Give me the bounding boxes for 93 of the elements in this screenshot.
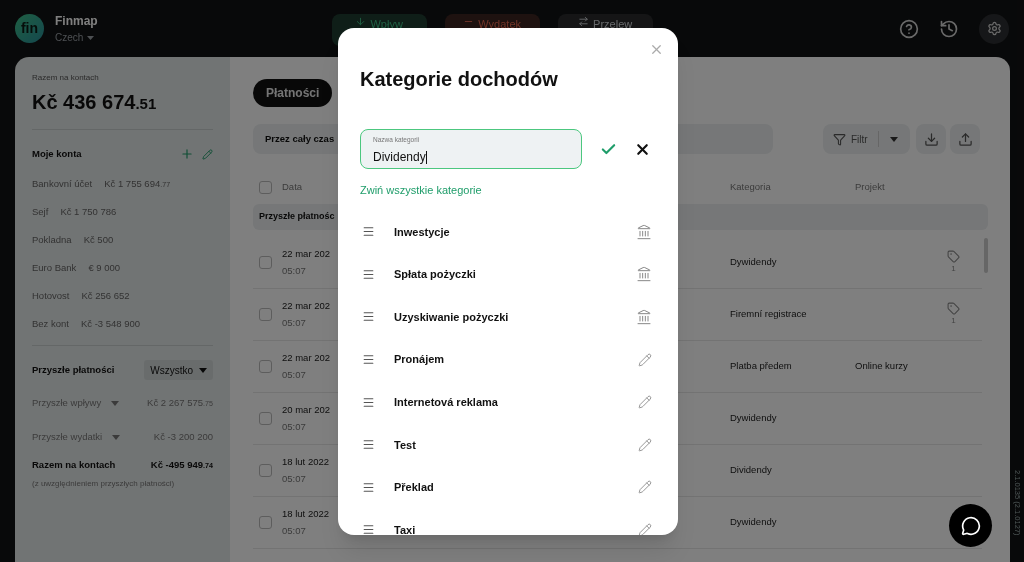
total-label: Razem na kontach: [32, 72, 100, 84]
row-checkbox[interactable]: [259, 412, 272, 425]
caret-icon: [889, 136, 898, 142]
tab[interactable]: Płatności: [253, 79, 333, 107]
drag-handle-icon[interactable]: [362, 395, 375, 409]
bank-icon: [636, 309, 652, 325]
date-cell: 22 mar 202: [282, 247, 331, 262]
drag-handle-icon[interactable]: [362, 523, 375, 535]
logo: fin: [15, 14, 44, 43]
date-cell: 18 lut 2022: [282, 455, 329, 470]
action-icon: [578, 16, 590, 27]
category-cell: Firemní registrace: [730, 308, 807, 320]
time-cell: 05:07: [282, 419, 306, 434]
row-checkbox[interactable]: [259, 516, 272, 529]
drag-handle-icon[interactable]: [362, 225, 375, 239]
language-dropdown[interactable]: Czech: [55, 30, 98, 45]
history-icon[interactable]: [939, 18, 959, 39]
select-all-checkbox[interactable]: [259, 180, 272, 194]
edit-icon[interactable]: [638, 352, 652, 367]
account-name[interactable]: Bez kont: [32, 317, 69, 332]
category-cell: Dividendy: [730, 464, 772, 476]
upload-icon: [957, 131, 973, 147]
account-name[interactable]: Euro Bank: [32, 261, 77, 276]
column-header: Data: [282, 180, 303, 192]
edit-icon[interactable]: [638, 522, 652, 535]
collapse-all-link[interactable]: Zwiń wszystkie kategorie: [360, 182, 656, 199]
filter-button[interactable]: Filtr: [823, 124, 910, 154]
close-icon[interactable]: [649, 42, 664, 57]
add-icon[interactable]: [180, 147, 194, 162]
row-checkbox[interactable]: [259, 464, 272, 477]
filter-icon: [833, 132, 846, 146]
tag-icon[interactable]: [947, 250, 960, 263]
project-cell: Online kurzy: [855, 359, 908, 374]
bank-icon: [636, 223, 652, 240]
date-cell: 20 mar 202: [282, 403, 331, 418]
account-name[interactable]: Bankovní účet: [32, 177, 93, 192]
row-checkbox[interactable]: [259, 360, 272, 373]
date-cell: 22 mar 202: [282, 351, 331, 366]
category-item[interactable]: Uzyskiwanie pożyczki: [360, 295, 656, 339]
grand-total-label: Razem na kontach: [32, 458, 116, 473]
category-item[interactable]: Překlad: [360, 466, 656, 509]
time-cell: 05:07: [282, 471, 306, 486]
section-title: Przyszłe płatności: [32, 363, 115, 378]
category-item[interactable]: Pronájem: [360, 338, 656, 381]
edit-icon[interactable]: [638, 480, 652, 495]
category-item[interactable]: Test: [360, 423, 656, 467]
time-cell: 05:07: [282, 263, 306, 278]
column-header: Kategoria: [730, 180, 771, 192]
column-header: Projekt: [855, 179, 885, 194]
date-cell: 22 mar 202: [282, 299, 331, 314]
edit-icon[interactable]: [202, 148, 213, 160]
category-cell: Dywidendy: [730, 516, 777, 528]
date-cell: 18 lut 2022: [282, 507, 329, 522]
time-cell: 05:07: [282, 367, 306, 382]
account-amount: Kč 500: [83, 233, 114, 248]
filter-dropdown[interactable]: Wszystko: [144, 360, 213, 381]
category-cell: Dywidendy: [730, 256, 777, 268]
upload-button[interactable]: [950, 124, 980, 154]
time-cell: 05:07: [282, 523, 306, 538]
caret-icon: [199, 367, 207, 373]
account-name[interactable]: Pokladna: [32, 233, 72, 248]
drag-handle-icon[interactable]: [362, 267, 375, 281]
category-cell: Platba předem: [730, 360, 792, 372]
category-item[interactable]: Taxi: [360, 508, 656, 535]
account-name[interactable]: Hotovost: [32, 289, 70, 304]
drag-handle-icon[interactable]: [362, 353, 375, 367]
section-title: Moje konta: [32, 147, 82, 161]
row-checkbox[interactable]: [259, 308, 272, 321]
settings-icon: [986, 21, 1002, 36]
dialog-title: Kategorie dochodów: [360, 67, 559, 92]
category-item[interactable]: Internetová reklama: [360, 380, 656, 424]
caret-icon[interactable]: [111, 400, 120, 406]
caret-icon: [87, 35, 95, 40]
drag-handle-icon[interactable]: [362, 438, 375, 452]
drag-handle-icon[interactable]: [362, 480, 375, 494]
download-icon: [923, 131, 939, 147]
download-button[interactable]: [916, 124, 946, 154]
row-checkbox[interactable]: [259, 256, 272, 269]
caret-icon[interactable]: [112, 434, 121, 440]
action-icon: [355, 16, 367, 27]
edit-icon[interactable]: [638, 395, 652, 410]
tag-icon[interactable]: [947, 302, 960, 315]
time-cell: 05:07: [282, 315, 306, 330]
app-name: Finmap: [55, 13, 98, 30]
total-amount: Kč 436 674.51: [32, 90, 158, 115]
drag-handle-icon[interactable]: [362, 310, 375, 324]
chat-icon: [960, 515, 981, 536]
category-item[interactable]: Spłata pożyczki: [360, 253, 656, 296]
bank-icon: [636, 266, 652, 283]
category-cell: Dywidendy: [730, 412, 777, 424]
edit-icon[interactable]: [638, 437, 652, 452]
help-icon[interactable]: [899, 18, 919, 39]
settings-button[interactable]: [979, 13, 1009, 44]
